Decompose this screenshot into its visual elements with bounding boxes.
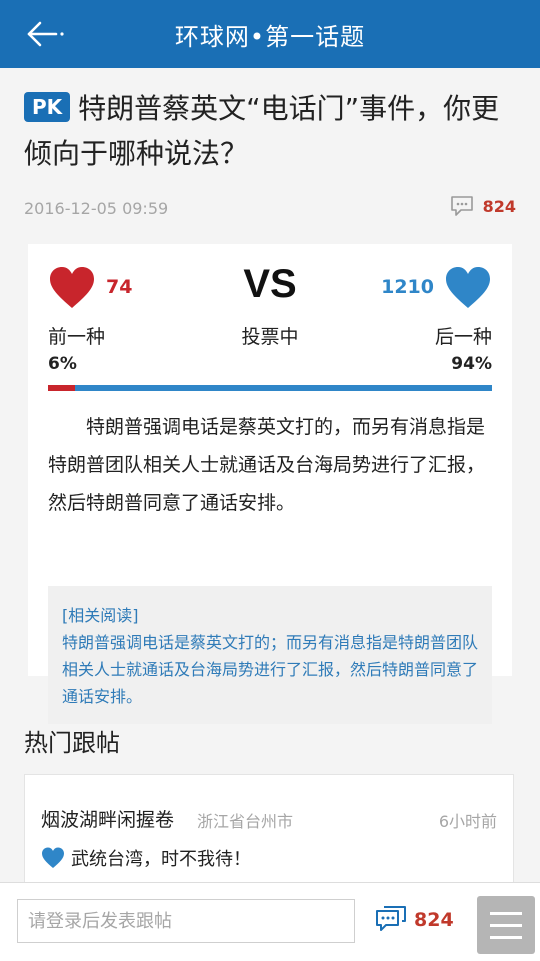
comment-bubble-icon <box>376 906 406 931</box>
related-reading-body[interactable]: 特朗普强调电话是蔡英文打的；而另有消息指是特朗普团队相关人士就通话及台海局势进行… <box>62 629 478 710</box>
bottom-comments-button[interactable]: 824 <box>374 903 454 937</box>
page-title: 环球网•第一话题 <box>174 22 366 51</box>
comment-count-link[interactable]: 824 <box>449 194 516 218</box>
top-bar: 环球网•第一话题 <box>0 0 540 68</box>
menu-button[interactable] <box>477 896 535 954</box>
vote-option-right[interactable]: 后一种 <box>435 322 492 349</box>
topic-summary: 特朗普强调电话是蔡英文打的，而另有消息指是特朗普团队相关人士就通话及台海局势进行… <box>48 416 486 514</box>
post-location: 浙江省台州市 <box>197 812 294 831</box>
heart-icon <box>42 847 64 868</box>
comment-count: 824 <box>482 196 516 216</box>
back-arrow-icon <box>27 21 64 47</box>
vs-label: VS <box>243 262 297 306</box>
comment-bubble-icon <box>450 196 473 216</box>
article-content[interactable]: PK 特朗普蔡英文“电话门”事件，你更倾向于哪种说法？ 2016-12-05 09… <box>0 68 540 882</box>
related-reading: [相关阅读] 特朗普强调电话是蔡英文打的；而另有消息指是特朗普团队相关人士就通话… <box>48 586 492 724</box>
vote-progress-left-fill <box>48 385 75 391</box>
related-reading-title[interactable]: [相关阅读] <box>62 602 478 629</box>
post-time: 6小时前 <box>438 812 497 831</box>
vote-left-percent: 6% <box>48 354 77 374</box>
back-button[interactable] <box>22 14 70 54</box>
vote-right-count: 1210 <box>381 276 434 298</box>
post-text: 武统台湾，时不我待！ <box>71 849 251 870</box>
hot-posts-title: 热门跟帖 <box>24 729 120 757</box>
article-headline: PK 特朗普蔡英文“电话门”事件，你更倾向于哪种说法？ <box>24 86 514 176</box>
post-username[interactable]: 烟波湖畔闲握卷 <box>41 805 174 832</box>
vote-card: 74 VS 1210 前一种 投票中 后一种 6% 94% 特朗普强调电话是蔡英… <box>28 244 512 724</box>
bottom-comment-count: 824 <box>414 909 454 931</box>
vote-right-percent: 94% <box>451 354 492 374</box>
heart-icon-vote-right[interactable] <box>444 266 492 310</box>
hot-post-item[interactable]: 烟波湖畔闲握卷 浙江省台州市 6小时前 武统台湾，时不我待！ <box>24 774 514 882</box>
pk-badge: PK <box>24 92 71 122</box>
article-title: 特朗普蔡英文“电话门”事件，你更倾向于哪种说法？ <box>24 92 500 170</box>
bottom-bar: 824 <box>0 882 540 961</box>
comment-input[interactable] <box>17 899 355 943</box>
article-date: 2016-12-05 09:59 <box>24 199 169 218</box>
vote-progress-bar <box>48 385 492 391</box>
